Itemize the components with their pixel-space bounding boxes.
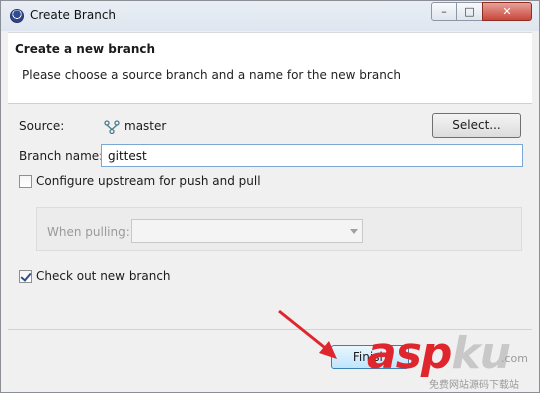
branch-name-label: Branch name: <box>19 149 104 163</box>
select-source-button[interactable]: Select... <box>432 113 521 138</box>
annotation-arrow-icon <box>278 309 337 359</box>
source-branch-value: master <box>124 119 167 133</box>
close-button[interactable]: ✕ <box>482 2 532 21</box>
create-branch-dialog: Create Branch – □ ✕ Create a new branch … <box>0 0 540 393</box>
upstream-options-group: When pulling: <box>36 207 522 251</box>
checkout-branch-label: Check out new branch <box>36 269 171 283</box>
window-title: Create Branch <box>30 8 117 22</box>
banner-title: Create a new branch <box>15 42 156 56</box>
when-pulling-label: When pulling: <box>47 225 130 239</box>
header-banner: Create a new branch Please choose a sour… <box>8 32 532 104</box>
checkout-branch-checkbox[interactable] <box>19 270 32 283</box>
when-pulling-select[interactable] <box>131 219 363 243</box>
branch-name-input[interactable] <box>101 144 523 167</box>
title-bar: Create Branch – □ ✕ <box>1 1 539 31</box>
form-area: Source: master Select... Branch name: Co… <box>8 103 532 329</box>
chevron-down-icon <box>350 229 358 234</box>
banner-message: Please choose a source branch and a name… <box>22 68 402 82</box>
site-watermark-logo: aspku .com 免费网站源码下载站 <box>367 328 528 392</box>
configure-upstream-label: Configure upstream for push and pull <box>36 174 261 188</box>
configure-upstream-checkbox[interactable] <box>19 175 32 188</box>
git-branch-icon <box>104 120 120 134</box>
source-label: Source: <box>19 119 65 133</box>
eclipse-icon <box>10 9 24 23</box>
maximize-button[interactable]: □ <box>456 2 483 21</box>
minimize-button[interactable]: – <box>431 2 457 21</box>
